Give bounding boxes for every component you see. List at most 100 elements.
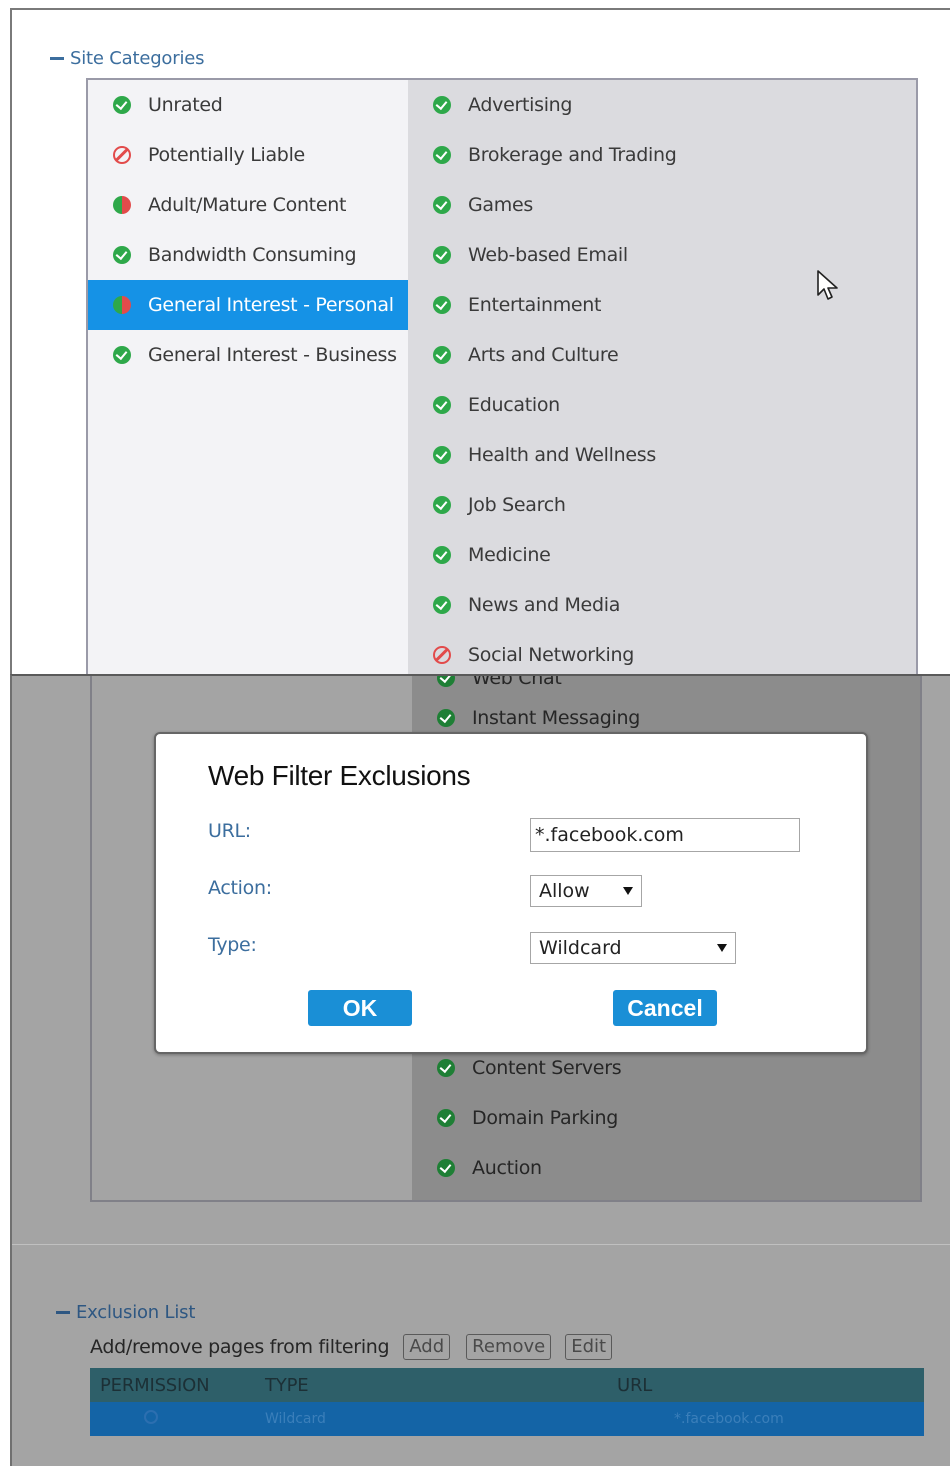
category-label: Arts and Culture: [468, 344, 619, 366]
site-categories-header[interactable]: Site Categories: [50, 48, 205, 69]
category-item[interactable]: Bandwidth Consuming: [88, 230, 408, 280]
column-header-url[interactable]: URL: [617, 1375, 924, 1396]
category-label: Advertising: [468, 94, 573, 116]
category-item[interactable]: Social Networking: [408, 630, 634, 674]
url-input[interactable]: [530, 818, 800, 852]
category-column-right: Advertising Brokerage and Trading Games …: [408, 80, 916, 674]
check-circle-icon: [113, 96, 131, 114]
category-item[interactable]: Education: [408, 380, 560, 430]
category-label: Brokerage and Trading: [468, 144, 677, 166]
column-header-permission[interactable]: PERMISSION: [90, 1375, 265, 1396]
action-label: Action:: [208, 877, 272, 899]
exclusion-list-header[interactable]: Exclusion List: [56, 1302, 195, 1323]
category-label: Instant Messaging: [472, 707, 641, 729]
category-label: General Interest - Personal: [148, 294, 394, 316]
check-circle-icon: [433, 296, 451, 314]
check-circle-icon: [433, 146, 451, 164]
category-list: Unrated Potentially Liable Adult/Mature …: [86, 78, 918, 674]
type-cell: Wildcard: [265, 1411, 326, 1427]
check-circle-icon: [433, 196, 451, 214]
action-select[interactable]: Allow: [530, 875, 642, 907]
dropdown-arrow-icon: [717, 944, 727, 952]
web-filter-panel-dimmed: Web Chat Instant Messaging Content Serve…: [10, 674, 950, 1466]
category-item[interactable]: Brokerage and Trading: [408, 130, 677, 180]
category-column-left: Unrated Potentially Liable Adult/Mature …: [88, 80, 408, 674]
check-circle-icon: [433, 496, 451, 514]
check-circle-icon: [113, 346, 131, 364]
category-item[interactable]: Health and Wellness: [408, 430, 656, 480]
category-item[interactable]: General Interest - Business: [88, 330, 408, 380]
check-circle-icon: [437, 676, 455, 687]
category-item[interactable]: Medicine: [408, 530, 551, 580]
category-item[interactable]: Unrated: [88, 80, 408, 130]
mouse-cursor-icon: [817, 270, 838, 300]
category-label: Unrated: [148, 94, 223, 116]
category-item[interactable]: Domain Parking: [412, 1093, 618, 1143]
category-item[interactable]: Adult/Mature Content: [88, 180, 408, 230]
category-item[interactable]: Potentially Liable: [88, 130, 408, 180]
check-circle-icon: [437, 1159, 455, 1177]
category-label: Job Search: [468, 494, 566, 516]
split-status-icon: [113, 196, 131, 214]
url-cell: *.facebook.com: [674, 1411, 784, 1427]
check-circle-icon: [433, 546, 451, 564]
category-label: General Interest - Business: [148, 344, 397, 366]
cancel-button[interactable]: Cancel: [613, 990, 717, 1026]
category-item[interactable]: News and Media: [408, 580, 620, 630]
exclusion-toolbar: Add/remove pages from filtering Add Remo…: [90, 1334, 613, 1360]
type-selected-value: Wildcard: [539, 937, 622, 959]
category-item[interactable]: Web-based Email: [408, 230, 628, 280]
edit-button[interactable]: Edit: [565, 1334, 613, 1360]
ok-button[interactable]: OK: [308, 990, 412, 1026]
check-circle-icon: [433, 396, 451, 414]
add-button[interactable]: Add: [403, 1334, 451, 1360]
block-icon: [433, 646, 451, 664]
dropdown-arrow-icon: [623, 887, 633, 895]
check-circle-icon: [113, 246, 131, 264]
category-item-selected[interactable]: General Interest - Personal: [88, 280, 408, 330]
category-label: Web Chat: [472, 674, 562, 689]
remove-button[interactable]: Remove: [466, 1334, 552, 1360]
web-filter-exclusions-dialog: Web Filter Exclusions URL: Action: Allow…: [154, 732, 868, 1054]
category-item[interactable]: Entertainment: [408, 280, 602, 330]
action-selected-value: Allow: [539, 880, 590, 902]
table-header: PERMISSION TYPE URL: [90, 1368, 924, 1402]
category-label: Bandwidth Consuming: [148, 244, 357, 266]
category-label: Games: [468, 194, 533, 216]
exclusion-description: Add/remove pages from filtering: [90, 1336, 390, 1358]
category-item[interactable]: Advertising: [408, 80, 572, 130]
check-circle-icon: [437, 1109, 455, 1127]
split-status-icon: [113, 296, 131, 314]
check-circle-icon: [433, 446, 451, 464]
category-label: Content Servers: [472, 1057, 622, 1079]
exclusion-table: PERMISSION TYPE URL Wildcard *.facebook.…: [90, 1368, 924, 1436]
site-categories-panel: Site Categories Unrated Potentially Liab…: [10, 8, 950, 674]
check-circle-icon: [437, 709, 455, 727]
exclusion-list-title: Exclusion List: [76, 1302, 196, 1323]
category-label: Potentially Liable: [148, 144, 305, 166]
category-item[interactable]: Auction: [412, 1143, 542, 1193]
category-item[interactable]: Arts and Culture: [408, 330, 619, 380]
category-label: Auction: [472, 1157, 542, 1179]
permission-icon: [144, 1410, 158, 1424]
check-circle-icon: [433, 96, 451, 114]
column-header-type[interactable]: TYPE: [265, 1375, 617, 1396]
type-select[interactable]: Wildcard: [530, 932, 736, 964]
collapse-icon[interactable]: [56, 1311, 70, 1314]
site-categories-title: Site Categories: [70, 48, 205, 69]
category-label: News and Media: [468, 594, 621, 616]
category-label: Health and Wellness: [468, 444, 656, 466]
divider: [12, 1244, 950, 1245]
category-item[interactable]: Job Search: [408, 480, 566, 530]
table-row[interactable]: Wildcard *.facebook.com: [90, 1402, 924, 1436]
category-item[interactable]: Games: [408, 180, 533, 230]
check-circle-icon: [433, 596, 451, 614]
collapse-icon[interactable]: [50, 57, 64, 60]
category-label: Entertainment: [468, 294, 602, 316]
check-circle-icon: [433, 346, 451, 364]
category-label: Adult/Mature Content: [148, 194, 347, 216]
permission-cell: [90, 1410, 265, 1428]
dialog-title: Web Filter Exclusions: [208, 760, 471, 791]
check-circle-icon: [437, 1059, 455, 1077]
category-label: Education: [468, 394, 560, 416]
